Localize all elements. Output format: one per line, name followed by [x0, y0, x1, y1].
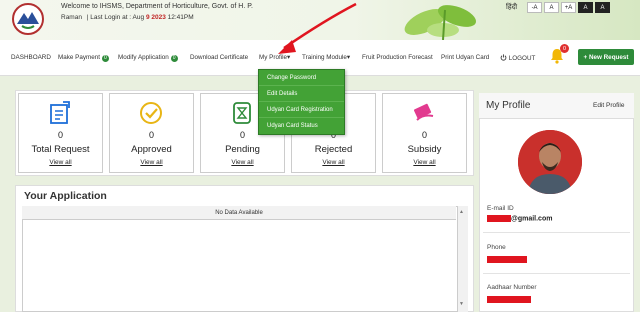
nav-download-certificate[interactable]: Download Certificate — [190, 54, 248, 61]
phone-value — [487, 256, 527, 263]
view-all-link[interactable]: View all — [110, 159, 193, 166]
stat-label: Rejected — [314, 144, 353, 155]
profile-panel — [479, 93, 634, 312]
aadhaar-label: Aadhaar Number — [487, 284, 537, 291]
font-normal-button[interactable]: A — [544, 2, 560, 13]
divider — [483, 232, 630, 233]
aadhaar-value — [487, 296, 531, 303]
email-value: @gmail.com — [487, 215, 552, 222]
font-increase-button[interactable]: +A — [561, 2, 577, 13]
plant-decoration-icon — [404, 5, 477, 40]
nav-my-profile[interactable]: My Profile▾ — [259, 54, 290, 61]
approved-icon — [140, 102, 162, 124]
contrast-dark-button[interactable]: A — [578, 2, 594, 13]
redaction-mark — [487, 256, 527, 263]
font-decrease-button[interactable]: -A — [527, 2, 543, 13]
email-label: E-mail ID — [487, 205, 514, 212]
last-login: Raman | Last Login at : Aug 9 2023 12:41… — [61, 14, 194, 21]
nav-make-payment[interactable]: Make Payment 0 — [58, 54, 109, 62]
header-bar: Welcome to IHSMS, Department of Horticul… — [0, 0, 640, 40]
stat-card-total-request[interactable]: 0 Total Request View all — [18, 93, 103, 173]
user-photo-icon — [518, 130, 582, 194]
nav-dashboard[interactable]: DASHBOARD — [11, 54, 51, 61]
nav-training-module[interactable]: Training Module▾ — [302, 54, 350, 61]
view-all-link[interactable]: View all — [201, 159, 284, 166]
stat-label: Subsidy — [407, 144, 442, 155]
menu-item-edit-details[interactable]: Edit Details — [259, 86, 344, 102]
stat-label: Total Request — [31, 144, 90, 155]
new-request-button[interactable]: + New Request — [578, 49, 634, 65]
view-all-link[interactable]: View all — [292, 159, 375, 166]
stat-label: Approved — [131, 144, 172, 155]
profile-title: My Profile — [486, 100, 531, 111]
table-scrollbar[interactable] — [457, 206, 468, 312]
my-profile-dropdown: Change Password Edit Details Udyan Card … — [258, 69, 345, 135]
contrast-high-button[interactable]: A — [595, 2, 611, 13]
empty-table-message: No Data Available — [22, 206, 456, 220]
application-table — [22, 206, 468, 312]
font-tools: हिंदी -A A +A A A — [506, 2, 611, 13]
scroll-up-icon[interactable]: ▲ — [459, 209, 464, 215]
edit-profile-link[interactable]: Edit Profile — [593, 102, 624, 109]
department-logo-icon — [12, 3, 44, 35]
nav-print-udyan-card[interactable]: Print Udyan Card — [441, 54, 489, 61]
make-payment-badge: 0 — [102, 55, 109, 62]
view-all-link[interactable]: View all — [19, 159, 102, 166]
pending-icon — [233, 102, 251, 124]
power-icon — [500, 54, 507, 61]
scroll-down-icon[interactable]: ▼ — [459, 301, 464, 307]
nav-modify-application[interactable]: Modify Application 0 — [118, 54, 178, 62]
stat-card-approved[interactable]: 0 Approved View all — [109, 93, 194, 173]
phone-label: Phone — [487, 244, 506, 251]
modify-application-badge: 0 — [170, 55, 178, 62]
stat-label: Pending — [225, 144, 260, 155]
notification-badge: 0 — [560, 44, 569, 53]
nav-logout[interactable]: LOGOUT — [500, 54, 535, 62]
application-title: Your Application — [24, 190, 107, 202]
divider — [483, 273, 630, 274]
stat-count: 0 — [148, 130, 154, 140]
avatar — [518, 130, 582, 194]
user-name: Raman — [61, 14, 82, 21]
total-request-icon — [50, 101, 70, 124]
language-toggle[interactable]: हिंदी — [506, 3, 517, 12]
last-login-time: 12:41PM — [167, 14, 194, 21]
menu-item-udyan-card-status[interactable]: Udyan Card Status — [259, 118, 344, 134]
stat-card-subsidy[interactable]: 0 Subsidy View all — [382, 93, 467, 173]
nav-fruit-production-forecast[interactable]: Fruit Production Forecast — [362, 54, 433, 61]
subsidy-icon — [413, 103, 434, 121]
welcome-text: Welcome to IHSMS, Department of Horticul… — [61, 3, 253, 10]
stat-count: 0 — [57, 130, 63, 140]
last-login-date: 9 2023 — [145, 14, 166, 21]
view-all-link[interactable]: View all — [383, 159, 466, 166]
menu-item-change-password[interactable]: Change Password — [259, 70, 344, 86]
menu-item-udyan-card-registration[interactable]: Udyan Card Registration — [259, 102, 344, 118]
stat-count: 0 — [421, 130, 427, 140]
last-login-label: | Last Login at : Aug — [86, 14, 145, 21]
redaction-mark — [487, 296, 531, 303]
redaction-mark — [487, 215, 511, 222]
